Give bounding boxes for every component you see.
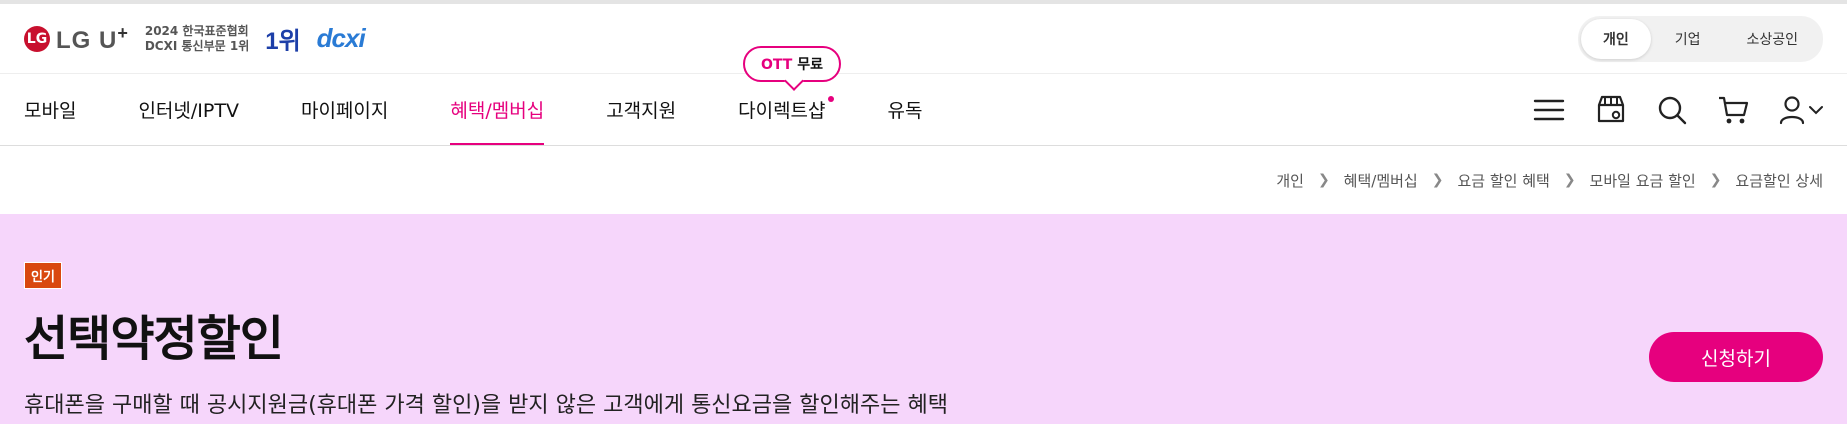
chevron-right-icon: ❯	[1317, 172, 1330, 188]
nav-direct-shop[interactable]: 다이렉트샵	[738, 74, 834, 145]
lg-logo-text: LG U+	[56, 22, 129, 54]
lg-logo-mark: LG	[24, 25, 50, 52]
popular-badge: 인기	[24, 262, 62, 289]
dcxi-logo: dcxi	[316, 23, 366, 53]
new-dot	[827, 96, 834, 102]
award-text: 2024 한국표준협회 DCXI 통신부문 1위	[145, 24, 249, 54]
breadcrumb-item[interactable]: 모바일 요금 할인	[1590, 170, 1696, 191]
search-icon[interactable]	[1657, 95, 1687, 125]
rank-badge: 1위	[265, 28, 301, 55]
nav-mypage[interactable]: 마이페이지	[301, 74, 388, 145]
breadcrumb-current: 요금할인 상세	[1735, 171, 1823, 190]
award-line-1: 2024 한국표준협회	[144, 23, 249, 38]
breadcrumb: 개인 ❯ 혜택/멤버십 ❯ 요금 할인 혜택 ❯ 모바일 요금 할인 ❯ 요금할…	[0, 146, 1847, 214]
page-title: 선택약정할인	[24, 311, 284, 367]
nav-direct-shop-label: 다이렉트샵	[738, 100, 826, 122]
chevron-right-icon: ❯	[1431, 172, 1444, 188]
apply-button[interactable]: 신청하기	[1649, 332, 1823, 382]
chevron-down-icon	[1809, 105, 1823, 115]
chevron-right-icon: ❯	[1709, 172, 1722, 188]
page-description: 휴대폰을 구매할 때 공시지원금(휴대폰 가격 할인)을 받지 않은 고객에게 …	[24, 393, 948, 418]
ott-free-bubble: OTT 무료	[743, 46, 841, 82]
nav-support[interactable]: 고객지원	[606, 74, 676, 145]
bubble-free: 무료	[792, 57, 823, 73]
brand-area: LG LG U+ 2024 한국표준협회 DCXI 통신부문 1위 1위 dcx…	[24, 21, 366, 56]
breadcrumb-item[interactable]: 혜택/멤버십	[1344, 170, 1418, 191]
main-nav: 모바일 인터넷/IPTV 마이페이지 혜택/멤버십 고객지원 다이렉트샵 유독 …	[0, 46, 1847, 146]
chevron-right-icon: ❯	[1563, 172, 1576, 188]
user-icon	[1779, 95, 1805, 125]
segment-small-business[interactable]: 소상공인	[1724, 19, 1820, 59]
award-line-2: DCXI 통신부문 1위	[144, 38, 250, 53]
nav-internet-iptv[interactable]: 인터넷/IPTV	[138, 74, 239, 145]
breadcrumb-item[interactable]: 요금 할인 혜택	[1457, 170, 1549, 191]
bubble-ott: OTT	[761, 57, 793, 73]
segment-personal[interactable]: 개인	[1580, 18, 1651, 59]
menu-icon[interactable]	[1533, 98, 1565, 122]
lg-uplus-logo[interactable]: LG LG U+	[24, 23, 129, 55]
hero-banner: 인기 선택약정할인 휴대폰을 구매할 때 공시지원금(휴대폰 가격 할인)을 받…	[0, 214, 1847, 424]
cart-icon[interactable]	[1717, 95, 1749, 125]
customer-type-switch: 개인 기업 소상공인	[1577, 15, 1823, 62]
top-bar: LG LG U+ 2024 한국표준협회 DCXI 통신부문 1위 1위 dcx…	[0, 4, 1847, 74]
store-location-icon[interactable]	[1595, 95, 1627, 125]
nav-mobile[interactable]: 모바일	[24, 74, 76, 145]
breadcrumb-item[interactable]: 개인	[1276, 170, 1304, 191]
nav-udok[interactable]: 유독	[888, 74, 923, 145]
segment-business[interactable]: 기업	[1653, 19, 1723, 59]
user-menu[interactable]	[1779, 95, 1823, 125]
utility-icons	[1533, 74, 1823, 145]
nav-benefits[interactable]: 혜택/멤버십	[450, 74, 544, 145]
